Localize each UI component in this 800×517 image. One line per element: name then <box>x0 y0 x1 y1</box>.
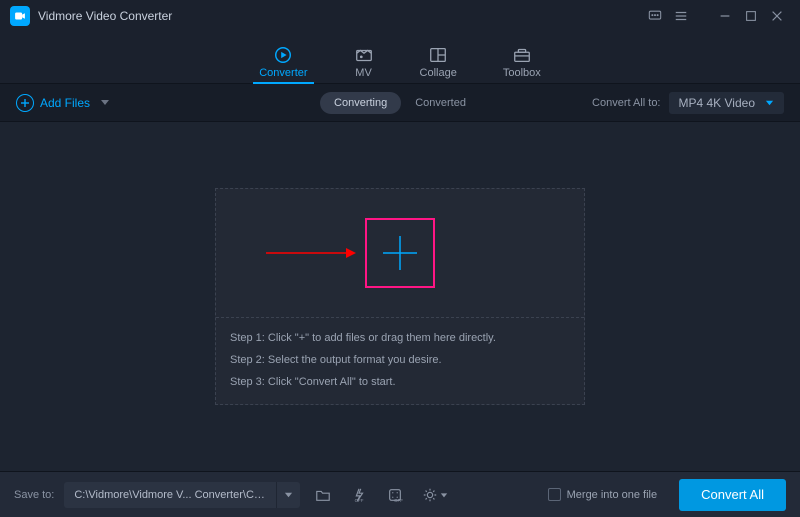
close-button[interactable] <box>764 3 790 29</box>
arrow-annotation <box>266 246 356 260</box>
content-area: Step 1: Click "+" to add files or drag t… <box>0 122 800 471</box>
feedback-icon[interactable] <box>642 3 668 29</box>
footer-bar: Save to: C:\Vidmore\Vidmore V... Convert… <box>0 471 800 517</box>
hw-accel-button[interactable]: OFF <box>346 482 372 508</box>
add-files-button[interactable]: Add Files <box>16 94 110 112</box>
mv-icon <box>354 45 374 65</box>
step-text: Step 1: Click "+" to add files or drag t… <box>230 332 570 344</box>
tab-mv[interactable]: MV <box>354 45 374 83</box>
merge-checkbox[interactable]: Merge into one file <box>548 488 658 501</box>
save-to-label: Save to: <box>14 489 54 501</box>
subtab-converting[interactable]: Converting <box>320 92 401 114</box>
collage-icon <box>428 45 448 65</box>
checkbox-icon <box>548 488 561 501</box>
title-bar: Vidmore Video Converter <box>0 0 800 32</box>
settings-button[interactable] <box>418 482 452 508</box>
task-schedule-button[interactable]: OFF <box>382 482 408 508</box>
convert-all-button[interactable]: Convert All <box>679 479 786 511</box>
tab-toolbox[interactable]: Toolbox <box>503 45 541 83</box>
app-logo <box>10 6 30 26</box>
svg-text:OFF: OFF <box>394 498 403 503</box>
main-nav: Converter MV Collage Toolbox <box>0 32 800 84</box>
minimize-button[interactable] <box>712 3 738 29</box>
convert-all-label: Convert All <box>701 487 764 502</box>
tab-label: MV <box>355 67 372 79</box>
add-files-label: Add Files <box>40 96 90 110</box>
tab-collage[interactable]: Collage <box>420 45 457 83</box>
app-title: Vidmore Video Converter <box>38 9 172 23</box>
merge-label: Merge into one file <box>567 489 658 501</box>
plus-circle-icon <box>16 94 34 112</box>
menu-icon[interactable] <box>668 3 694 29</box>
output-path-dropdown[interactable] <box>276 482 300 508</box>
dropzone-steps: Step 1: Click "+" to add files or drag t… <box>216 318 584 404</box>
subtabs: Converting Converted <box>320 92 480 114</box>
subtab-converted[interactable]: Converted <box>401 92 480 114</box>
chevron-down-icon <box>765 96 774 110</box>
format-value: MP4 4K Video <box>679 96 756 110</box>
maximize-button[interactable] <box>738 3 764 29</box>
output-path-box: C:\Vidmore\Vidmore V... Converter\Conver… <box>64 482 300 508</box>
svg-text:OFF: OFF <box>355 498 364 503</box>
tab-converter[interactable]: Converter <box>259 45 307 83</box>
convert-all-to-label: Convert All to: <box>592 97 660 109</box>
dropzone[interactable]: Step 1: Click "+" to add files or drag t… <box>215 188 585 405</box>
add-files-plus-button[interactable] <box>365 218 435 288</box>
tab-label: Converter <box>259 67 307 79</box>
output-path: C:\Vidmore\Vidmore V... Converter\Conver… <box>64 489 276 501</box>
chevron-down-icon <box>100 96 110 110</box>
tab-label: Collage <box>420 67 457 79</box>
secondary-bar: Add Files Converting Converted Convert A… <box>0 84 800 122</box>
output-format-select[interactable]: MP4 4K Video <box>669 92 785 114</box>
open-folder-button[interactable] <box>310 482 336 508</box>
toolbox-icon <box>512 45 532 65</box>
converter-icon <box>273 45 293 65</box>
step-text: Step 2: Select the output format you des… <box>230 354 570 366</box>
tab-label: Toolbox <box>503 67 541 79</box>
dropzone-top <box>216 189 584 317</box>
step-text: Step 3: Click "Convert All" to start. <box>230 376 570 388</box>
